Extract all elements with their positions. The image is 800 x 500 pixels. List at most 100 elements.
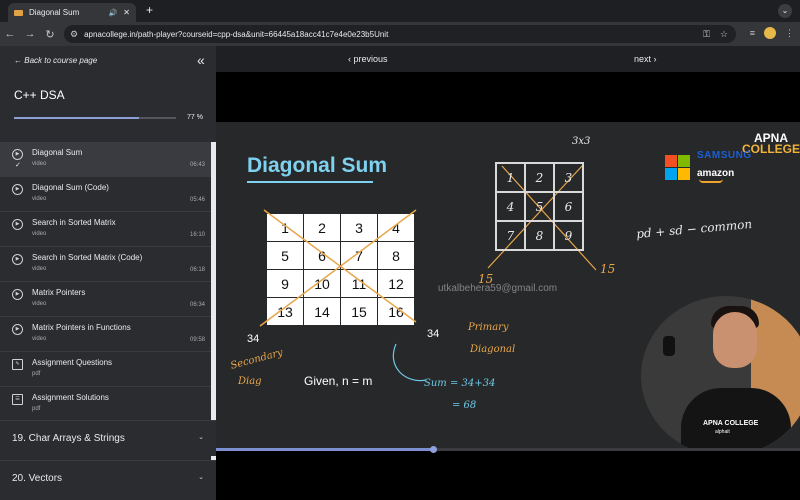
player-nav-bar: ‹ previous next › (216, 46, 800, 72)
course-progress-bar (14, 117, 176, 119)
lesson-title: Assignment Solutions (32, 393, 109, 402)
lesson-duration: 09:58 (189, 337, 205, 343)
lesson-type: pdf (32, 371, 41, 377)
play-circle-icon: ▶ (12, 324, 23, 335)
close-icon[interactable]: ✕ (123, 8, 130, 17)
lesson-title: Diagonal Sum (32, 148, 83, 157)
matrix3-cell: 8 (525, 221, 554, 250)
back-to-course-link[interactable]: ← Back to course page (14, 56, 97, 65)
course-sidebar: ← Back to course page « C++ DSA 77 % ▶ ✓… (0, 46, 216, 500)
note-15-right: 15 (600, 262, 616, 276)
chevron-down-icon: ⌄ (198, 434, 204, 441)
lesson-item[interactable]: ▶ Matrix Pointers video 06:34 (0, 282, 211, 317)
play-circle-icon: ▶ (12, 219, 23, 230)
lesson-duration: 16:10 (189, 232, 205, 238)
lesson-item[interactable]: ▶ Diagonal Sum (Code) video 05:46 (0, 177, 211, 212)
samsung-logo: SAMSUNG (697, 150, 752, 161)
lesson-item[interactable]: ✎ Assignment Questions pdf (0, 352, 211, 387)
bookmark-star-icon[interactable]: ☆ (720, 29, 728, 40)
lesson-type: video (32, 336, 47, 342)
label-34-right: 34 (427, 328, 440, 340)
given-text: Given, n = m (304, 374, 373, 388)
lesson-type: video (32, 266, 47, 272)
media-control-icon[interactable]: ≡ (750, 28, 755, 38)
lesson-title: Assignment Questions (32, 358, 113, 367)
chevron-down-icon: ⌄ (198, 474, 204, 481)
lesson-title: Matrix Pointers (32, 288, 86, 297)
browser-tab[interactable]: Diagonal Sum 🔊 ✕ (8, 3, 136, 22)
lesson-item[interactable]: ▶ Search in Sorted Matrix video 16:10 (0, 212, 211, 247)
profile-avatar[interactable] (764, 27, 776, 39)
double-chevron-left-icon[interactable]: « (197, 52, 205, 68)
matrix3-cell: 5 (525, 192, 554, 221)
presenter-shirt-text: APNA COLLEGE (703, 420, 759, 427)
matrix3-cell: 6 (554, 192, 583, 221)
note-3x3: 3x3 (572, 136, 591, 147)
lesson-title: Matrix Pointers in Functions (32, 323, 131, 332)
matrix3-cell: 7 (496, 221, 525, 250)
reload-icon[interactable]: ↻ (40, 28, 60, 41)
site-info-icon[interactable]: ⚙ (70, 29, 78, 40)
note-total: = 68 (452, 400, 477, 411)
section-label: 20. Vectors (12, 473, 63, 484)
course-progress-label: 77 % (187, 114, 203, 121)
lesson-title: Search in Sorted Matrix (Code) (32, 253, 143, 262)
address-bar[interactable]: ⚙ apnacollege.in/path-player?courseid=cp… (64, 25, 736, 43)
previous-button[interactable]: ‹ previous (348, 54, 388, 64)
video-player[interactable]: Diagonal Sum 1 2 3 4 5 6 7 8 9 10 11 12 13 14 15 16 34 … (216, 122, 800, 450)
lesson-duration: 06:43 (189, 162, 205, 168)
email-watermark: utkalbehera59@gmail.com (438, 283, 558, 294)
amazon-logo: amazon (697, 168, 735, 179)
edit-document-icon: ✎ (12, 359, 23, 370)
note-15-left: 15 (478, 272, 494, 286)
browser-menu-icon[interactable]: ⋮ (785, 28, 794, 39)
note-diag: Diag (238, 376, 262, 387)
lesson-item[interactable]: ▶ Matrix Pointers in Functions video 09:… (0, 317, 211, 352)
note-primary: Primary (468, 322, 509, 333)
new-tab-button[interactable]: + (146, 3, 153, 17)
section-vectors[interactable]: 20. Vectors ⌄ (0, 460, 216, 496)
lesson-list: ▶ ✓ Diagonal Sum video 06:43 ▶ Diagonal … (0, 142, 211, 422)
browser-toolbar: ← → ↻ ⚙ apnacollege.in/path-player?cours… (0, 22, 800, 46)
video-letterbox-bottom (216, 450, 800, 500)
matrix3-cell: 2 (525, 163, 554, 192)
play-circle-icon: ▶ (12, 184, 23, 195)
lesson-duration: 05:46 (189, 197, 205, 203)
check-icon: ✓ (15, 162, 21, 169)
matrix3-cell: 3 (554, 163, 583, 192)
play-circle-icon: ▶ (12, 289, 23, 300)
back-arrow-icon[interactable]: ← (0, 28, 20, 40)
lesson-type: video (32, 161, 47, 167)
section-char-arrays[interactable]: 19. Char Arrays & Strings ⌄ (0, 420, 216, 456)
lesson-type: video (32, 196, 47, 202)
next-button[interactable]: next › (634, 54, 657, 64)
lesson-item[interactable]: ▶ ✓ Diagonal Sum video 06:43 (0, 142, 211, 177)
forward-arrow-icon[interactable]: → (20, 28, 40, 40)
password-key-icon[interactable]: ⚿ (703, 29, 710, 40)
back-arrow-icon: ← (14, 56, 25, 65)
microsoft-logo-icon (665, 155, 690, 180)
url-text: apnacollege.in/path-player?courseid=cpp-… (84, 29, 389, 39)
matrix3-cell: 1 (496, 163, 525, 192)
lesson-duration: 06:34 (189, 302, 205, 308)
lesson-item[interactable]: ☰ Assignment Solutions pdf (0, 387, 211, 422)
note-diagonal: Diagonal (470, 344, 516, 355)
tab-search-icon[interactable]: ⌄ (778, 4, 792, 18)
speaker-icon[interactable]: 🔊 (109, 9, 118, 17)
microphone-icon (663, 336, 675, 356)
lesson-title: Diagonal Sum (Code) (32, 183, 109, 192)
video-seek-bar[interactable] (216, 446, 800, 453)
section-label: 19. Char Arrays & Strings (12, 433, 125, 444)
matrix-3x3: 123456789 (495, 162, 584, 251)
presenter-video-bubble: APNA COLLEGE alphait (641, 296, 800, 450)
seek-handle[interactable] (429, 446, 437, 453)
lesson-duration: 06:18 (189, 267, 205, 273)
amazon-smile-icon (699, 179, 723, 183)
lesson-item[interactable]: ▶ Search in Sorted Matrix (Code) video 0… (0, 247, 211, 282)
course-title: C++ DSA (14, 88, 65, 102)
presenter-shirt-subtext: alphait (715, 429, 730, 435)
play-circle-icon: ▶ (12, 254, 23, 265)
note-sum: Sum = 34+34 (424, 378, 496, 389)
matrix3-cell: 9 (554, 221, 583, 250)
play-circle-icon: ▶ (12, 149, 23, 160)
